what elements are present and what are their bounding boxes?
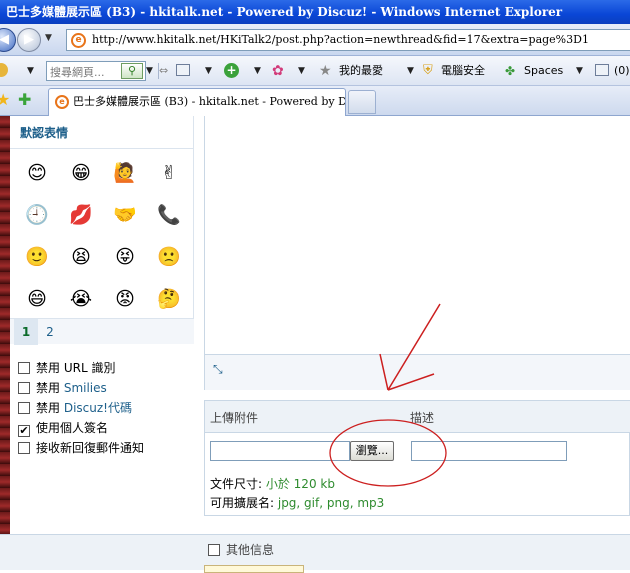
option-disable-smilies[interactable]: 禁用 Smilies [18,378,144,398]
add-icon[interactable]: + [224,63,239,78]
address-url[interactable]: http://www.hkitalk.net/HKiTalk2/post.php… [92,33,589,46]
smilies-panel: 默認表情 😊 😁 🙋 ✌ 🕘 💋 🤝 📞 🙂 😫 😝 🙁 😄 😭 😡 🤔 [10,116,194,344]
message-editor[interactable] [204,116,630,354]
option-use-signature[interactable]: ✔ 使用個人簽名 [18,418,144,438]
checkbox[interactable] [18,402,30,414]
smiley-icon[interactable]: 💋 [68,202,94,228]
address-bar[interactable]: e http://www.hkitalk.net/HKiTalk2/post.p… [66,29,630,51]
smiley-icon[interactable]: 😡 [112,286,138,312]
checkbox[interactable] [208,544,220,556]
add-favorite-icon[interactable]: ✚ [18,90,31,109]
smiley-icon[interactable]: 😄 [24,286,50,312]
search-placeholder: 搜尋網頁... [50,66,105,79]
smiley-icon[interactable]: 📞 [156,202,182,228]
favorites-star-icon: ★ [319,63,332,79]
messenger-icon[interactable]: ✿ [272,56,284,86]
checkbox-checked[interactable]: ✔ [18,425,30,437]
option-disable-url[interactable]: 禁用 URL 識別 [18,358,144,378]
browse-button[interactable]: 瀏覽... [350,441,394,461]
window-dropdown-icon[interactable]: ▼ [205,56,212,86]
post-options: 禁用 URL 識別 禁用 Smilies 禁用 Discuz!代碼 ✔ 使用個人簽… [18,358,144,458]
messenger-dropdown-icon[interactable]: ▼ [298,56,305,86]
file-path-input[interactable] [210,441,350,461]
tab-row: ★ ✚ e 巴士多媒體展示區 (B3) - hkitalk.net - Powe… [0,86,630,116]
site-favicon-icon: e [71,33,86,48]
extensions-info: 可用擴展名: jpg, gif, png, mp3 [210,496,385,510]
arrows-icon[interactable]: ⇔ [159,56,168,86]
smiley-icon[interactable]: 🤝 [112,202,138,228]
checkbox[interactable] [18,382,30,394]
pager-page-2[interactable]: 2 [38,319,62,345]
tab-label: 巴士多媒體展示區 (B3) - hkitalk.net - Powered by… [73,95,346,108]
smiley-icon[interactable]: 🙂 [24,244,50,270]
favorites-dropdown-icon[interactable]: ▼ [407,56,414,86]
upload-header: 上傳附件 [210,411,259,425]
mail-icon[interactable] [595,64,609,76]
window-icon[interactable] [176,64,190,76]
new-tab-button[interactable] [348,90,376,114]
toolbar-chevron-icon[interactable]: ▼ [27,56,34,86]
site-side-banner [0,116,10,570]
links-toolbar: ▼ 搜尋網頁... ⚲ ▼ ⇔ ▼ + ▼ ✿ ▼ ★ 我的最愛 ▼ ⛨ 電腦安… [0,56,630,86]
smiley-icon[interactable]: 🙁 [156,244,182,270]
smiley-icon[interactable]: 🤔 [156,286,182,312]
attachment-section: 上傳附件 描述 瀏覽... 文件尺寸: 小於 120 kb 可用擴展名: jpg… [204,400,630,516]
smiley-icon[interactable]: 😁 [68,160,94,186]
search-dropdown-icon[interactable]: ▼ [146,56,153,86]
window-title: 巴士多媒體展示區 (B3) - hkitalk.net - Powered by… [0,0,630,24]
smiley-icon[interactable]: 😝 [112,244,138,270]
description-input[interactable] [411,441,567,461]
back-button[interactable]: ◀ [0,28,16,52]
add-dropdown-icon[interactable]: ▼ [254,56,261,86]
smiley-icon[interactable]: 😭 [68,286,94,312]
file-size-info: 文件尺寸: 小於 120 kb [210,477,335,491]
smiley-icon[interactable]: 🙋 [112,160,138,186]
resize-icon[interactable]: ⤡ [213,362,223,377]
nav-history-chevron-icon[interactable]: ▼ [45,33,52,43]
security-button[interactable]: 電腦安全 [441,56,485,86]
favorites-button[interactable]: 我的最愛 [339,56,383,86]
search-input[interactable]: 搜尋網頁... ⚲ [46,61,146,81]
shield-icon: ⛨ [423,63,433,78]
pager-page-1[interactable]: 1 [14,319,38,345]
smilies-title: 默認表情 [20,126,69,140]
other-info-label: 其他信息 [226,543,275,557]
address-row: ◀ ▶ ▼ e http://www.hkitalk.net/HKiTalk2/… [0,24,630,56]
divider [10,148,194,149]
spaces-button[interactable]: Spaces [524,56,563,86]
spaces-icon: ✤ [505,64,516,78]
mail-count[interactable]: (0) [614,56,630,86]
description-header: 描述 [410,411,435,425]
smiley-icon[interactable]: 😫 [68,244,94,270]
attachment-header: 上傳附件 描述 [205,401,630,433]
option-disable-discuz-code[interactable]: 禁用 Discuz!代碼 [18,398,144,418]
option-email-notify[interactable]: 接收新回復郵件通知 [18,438,144,458]
yellow-panel [204,565,304,573]
forward-button[interactable]: ▶ [17,28,41,52]
editor-resize-bar: ⤡ [204,354,630,390]
other-info-bar: 其他信息 [0,534,630,573]
checkbox[interactable] [18,442,30,454]
smilies-pager: 1 2 [10,318,194,345]
favorites-center-icon[interactable]: ★ [0,90,10,109]
ie-menu-icon[interactable] [0,56,8,86]
tab-current[interactable]: e 巴士多媒體展示區 (B3) - hkitalk.net - Powered … [48,88,346,116]
smiley-icon[interactable]: 😊 [24,160,50,186]
smiley-icon[interactable]: 🕘 [24,202,50,228]
smiley-icon[interactable]: ✌ [156,160,182,186]
spaces-dropdown-icon[interactable]: ▼ [576,56,583,86]
other-info-toggle[interactable]: 其他信息 [208,541,274,558]
search-icon[interactable]: ⚲ [121,63,143,79]
tab-favicon-icon: e [55,95,69,109]
checkbox[interactable] [18,362,30,374]
